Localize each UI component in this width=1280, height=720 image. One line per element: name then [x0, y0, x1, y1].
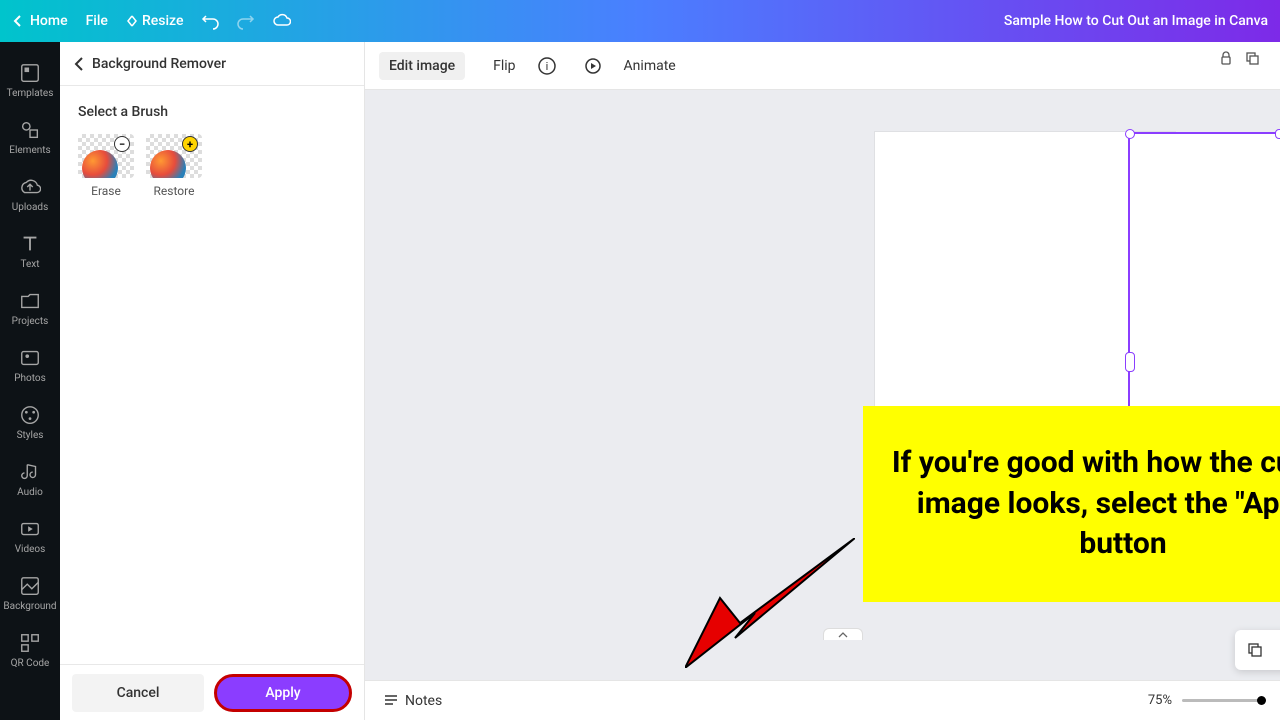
photos-icon	[19, 347, 41, 369]
top-bar: Home File Resize Sample How to Cut Out a…	[0, 0, 1280, 42]
canvas-toolbar: Edit image Flip i Animate	[365, 42, 1280, 90]
brush-section-title: Select a Brush	[78, 104, 346, 120]
callout-text: If you're good with how the cut out imag…	[883, 443, 1280, 565]
plus-badge: +	[182, 136, 198, 152]
resize-button[interactable]: Resize	[126, 13, 184, 29]
background-icon	[19, 575, 41, 597]
chevron-left-icon	[74, 57, 84, 71]
zoom-value[interactable]: 75%	[1148, 693, 1172, 708]
info-icon[interactable]: i	[538, 57, 556, 75]
templates-icon	[19, 62, 41, 84]
animate-button[interactable]: Animate	[614, 52, 686, 80]
home-label: Home	[30, 13, 68, 29]
resize-icon	[126, 15, 138, 27]
duplicate-icon	[1247, 642, 1263, 658]
sidebar-videos[interactable]: Videos	[0, 508, 60, 565]
label: Photos	[14, 373, 46, 384]
cloud-sync-icon[interactable]	[273, 12, 291, 30]
notes-icon	[383, 693, 399, 709]
chevron-up-icon	[838, 632, 848, 638]
annotation-arrow	[685, 538, 855, 668]
annotation-callout: If you're good with how the cut out imag…	[863, 406, 1280, 602]
label: Templates	[7, 88, 54, 99]
zoom-slider[interactable]	[1182, 699, 1262, 702]
sidebar-audio[interactable]: Audio	[0, 451, 60, 508]
videos-icon	[19, 518, 41, 540]
sidebar-qrcode[interactable]: QR Code	[0, 622, 60, 679]
label: Audio	[17, 487, 43, 498]
audio-icon	[19, 461, 41, 483]
redo-icon[interactable]	[237, 12, 255, 30]
sidebar-elements[interactable]: Elements	[0, 109, 60, 166]
elements-icon	[19, 119, 41, 141]
sidebar-styles[interactable]: Styles	[0, 394, 60, 451]
minus-badge: −	[114, 136, 130, 152]
page-collapse-toggle[interactable]	[823, 628, 863, 640]
qrcode-icon	[19, 632, 41, 654]
uploads-icon	[19, 176, 41, 198]
animate-icon	[584, 57, 602, 75]
panel-title: Background Remover	[92, 56, 226, 72]
zoom-thumb[interactable]	[1257, 696, 1266, 705]
label: QR Code	[11, 658, 50, 669]
duplicate-button[interactable]	[1241, 636, 1269, 664]
sidebar-background[interactable]: Background	[0, 565, 60, 622]
cancel-button[interactable]: Cancel	[72, 674, 204, 712]
styles-icon	[19, 404, 41, 426]
notes-label: Notes	[405, 693, 442, 709]
undo-icon[interactable]	[201, 12, 219, 30]
sidebar-uploads[interactable]: Uploads	[0, 166, 60, 223]
float-toolbar	[1235, 630, 1280, 670]
text-icon	[19, 233, 41, 255]
delete-button[interactable]	[1273, 636, 1280, 664]
restore-thumb: +	[146, 134, 202, 178]
resize-handle[interactable]	[1275, 129, 1280, 139]
brush-erase[interactable]: − Erase	[78, 134, 134, 198]
label: Styles	[17, 430, 44, 441]
label: Background	[3, 601, 56, 612]
label: Elements	[9, 145, 50, 156]
label: Uploads	[12, 202, 48, 213]
canvas-area: Edit image Flip i Animate	[365, 42, 1280, 720]
label: Text	[20, 259, 39, 270]
back-home[interactable]: Home	[12, 13, 68, 29]
projects-icon	[19, 290, 41, 312]
left-icon-bar: Templates Elements Uploads Text Projects…	[0, 42, 60, 720]
lock-icon[interactable]	[1218, 50, 1234, 66]
edit-image-button[interactable]: Edit image	[379, 52, 465, 80]
restore-label: Restore	[154, 184, 195, 198]
document-title[interactable]: Sample How to Cut Out an Image in Canva	[1004, 13, 1268, 29]
sidebar-photos[interactable]: Photos	[0, 337, 60, 394]
bottom-bar: Notes 75%	[365, 680, 1280, 720]
resize-handle[interactable]	[1125, 129, 1135, 139]
label: Projects	[12, 316, 49, 327]
erase-label: Erase	[91, 184, 121, 198]
resize-label: Resize	[142, 13, 184, 29]
flip-button[interactable]: Flip	[483, 52, 525, 80]
file-menu[interactable]: File	[86, 13, 108, 29]
chevron-left-icon	[12, 15, 24, 27]
sidebar-text[interactable]: Text	[0, 223, 60, 280]
apply-button[interactable]: Apply	[214, 674, 352, 712]
sidebar-templates[interactable]: Templates	[0, 52, 60, 109]
canvas-stage[interactable]: If you're good with how the cut out imag…	[365, 90, 1280, 680]
side-panel: Background Remover Select a Brush − Eras…	[60, 42, 365, 720]
erase-thumb: −	[78, 134, 134, 178]
brush-restore[interactable]: + Restore	[146, 134, 202, 198]
panel-header[interactable]: Background Remover	[60, 42, 364, 86]
notes-button[interactable]: Notes	[383, 693, 442, 709]
sidebar-projects[interactable]: Projects	[0, 280, 60, 337]
copy-icon[interactable]	[1244, 50, 1260, 66]
label: Videos	[15, 544, 46, 555]
resize-handle[interactable]	[1125, 352, 1135, 372]
svg-text:i: i	[545, 60, 548, 73]
